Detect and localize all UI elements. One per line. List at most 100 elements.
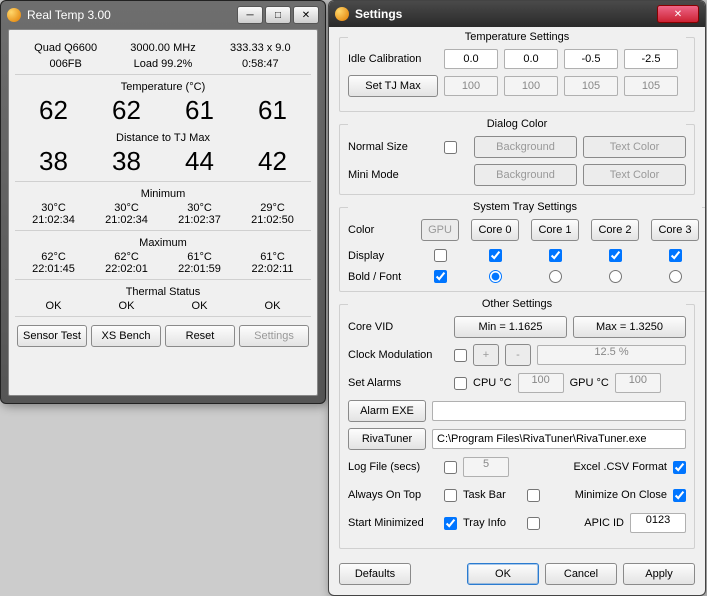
idle-cal-0[interactable]: 0.0: [444, 49, 498, 69]
corevid-min-button[interactable]: Min = 1.1625: [454, 316, 567, 338]
system-tray-legend: System Tray Settings: [348, 201, 702, 213]
bold-checkbox[interactable]: [434, 270, 447, 283]
mini-textcolor-button[interactable]: Text Color: [583, 164, 686, 186]
ok-button[interactable]: OK: [467, 563, 539, 585]
clockmod-plus-button[interactable]: +: [473, 344, 499, 366]
settings-window: Settings ✕ Temperature Settings Idle Cal…: [328, 0, 706, 596]
dist-core0: 38: [17, 146, 90, 177]
thermal3: OK: [236, 300, 309, 312]
dist-core3: 42: [236, 146, 309, 177]
bold-radio-1[interactable]: [549, 270, 562, 283]
dist-core1: 38: [90, 146, 163, 177]
sensor-test-button[interactable]: Sensor Test: [17, 325, 87, 347]
clockmod-checkbox[interactable]: [454, 349, 467, 362]
idle-cal-2[interactable]: -0.5: [564, 49, 618, 69]
idle-cal-1[interactable]: 0.0: [504, 49, 558, 69]
tray-core3-button[interactable]: Core 3: [651, 219, 698, 241]
setalarms-checkbox[interactable]: [454, 377, 467, 390]
max-ts0: 22:01:45: [17, 263, 90, 275]
display-core0-checkbox[interactable]: [489, 249, 502, 262]
tray-color-label: Color: [348, 224, 374, 236]
titlebar[interactable]: Real Temp 3.00 ─ □ ✕: [1, 1, 325, 29]
tray-gpu-button[interactable]: GPU: [421, 219, 459, 241]
settings-titlebar[interactable]: Settings ✕: [329, 1, 705, 27]
minimize-button[interactable]: ─: [237, 6, 263, 24]
apic-label: APIC ID: [584, 517, 624, 529]
maximize-button[interactable]: □: [265, 6, 291, 24]
idle-cal-3[interactable]: -2.5: [624, 49, 678, 69]
min-ts3: 21:02:50: [236, 214, 309, 226]
other-settings-legend: Other Settings: [348, 298, 686, 310]
normal-textcolor-button[interactable]: Text Color: [583, 136, 686, 158]
alarm-exe-path[interactable]: [432, 401, 686, 421]
logfile-value[interactable]: 5: [463, 457, 509, 477]
tray-core2-button[interactable]: Core 2: [591, 219, 638, 241]
tray-core1-button[interactable]: Core 1: [531, 219, 578, 241]
display-core1-checkbox[interactable]: [549, 249, 562, 262]
minclose-checkbox[interactable]: [673, 489, 686, 502]
logfile-checkbox[interactable]: [444, 461, 457, 474]
set-tjmax-button[interactable]: Set TJ Max: [348, 75, 438, 97]
tray-core0-button[interactable]: Core 0: [471, 219, 518, 241]
bold-radio-3[interactable]: [669, 270, 682, 283]
thermal-heading: Thermal Status: [17, 286, 309, 298]
dist-core2: 44: [163, 146, 236, 177]
rivatuner-path[interactable]: [432, 429, 686, 449]
startmin-label: Start Minimized: [348, 517, 438, 529]
csv-checkbox[interactable]: [673, 461, 686, 474]
tray-display-label: Display: [348, 250, 384, 262]
logfile-label: Log File (secs): [348, 461, 438, 473]
mini-mode-label: Mini Mode: [348, 169, 438, 181]
temperature-settings-legend: Temperature Settings: [348, 31, 686, 43]
min-t1: 30°C: [90, 202, 163, 214]
max-ts2: 22:01:59: [163, 263, 236, 275]
csv-label: Excel .CSV Format: [573, 461, 667, 473]
close-button[interactable]: ✕: [293, 6, 319, 24]
defaults-button[interactable]: Defaults: [339, 563, 411, 585]
clockmod-minus-button[interactable]: -: [505, 344, 531, 366]
bold-radio-0[interactable]: [489, 270, 502, 283]
normal-background-button[interactable]: Background: [474, 136, 577, 158]
cpu-load: Load 99.2%: [114, 58, 211, 70]
reset-button[interactable]: Reset: [165, 325, 235, 347]
thermal2: OK: [163, 300, 236, 312]
normal-size-label: Normal Size: [348, 141, 438, 153]
aot-checkbox[interactable]: [444, 489, 457, 502]
settings-close-button[interactable]: ✕: [657, 5, 699, 23]
corevid-label: Core VID: [348, 321, 448, 333]
thermal0: OK: [17, 300, 90, 312]
trayinfo-checkbox[interactable]: [527, 517, 540, 530]
clockmod-label: Clock Modulation: [348, 349, 448, 361]
max-ts1: 22:02:01: [90, 263, 163, 275]
normal-size-checkbox[interactable]: [444, 141, 457, 154]
aot-label: Always On Top: [348, 489, 438, 501]
display-core2-checkbox[interactable]: [609, 249, 622, 262]
alarm-exe-button[interactable]: Alarm EXE: [348, 400, 426, 422]
minclose-label: Minimize On Close: [575, 489, 667, 501]
taskbar-checkbox[interactable]: [527, 489, 540, 502]
rivatuner-button[interactable]: RivaTuner: [348, 428, 426, 450]
display-core3-checkbox[interactable]: [669, 249, 682, 262]
startmin-checkbox[interactable]: [444, 517, 457, 530]
temperature-heading: Temperature (°C): [17, 81, 309, 93]
corevid-max-button[interactable]: Max = 1.3250: [573, 316, 686, 338]
max-t0: 62°C: [17, 251, 90, 263]
bold-radio-2[interactable]: [609, 270, 622, 283]
cancel-button[interactable]: Cancel: [545, 563, 617, 585]
thermal1: OK: [90, 300, 163, 312]
dialog-color-group: Dialog Color Normal Size Background Text…: [339, 118, 695, 195]
fsb-mult: 333.33 x 9.0: [212, 42, 309, 54]
temp-core1: 62: [90, 95, 163, 126]
display-gpu-checkbox[interactable]: [434, 249, 447, 262]
alarm-gpu-value[interactable]: 100: [615, 373, 661, 393]
max-t1: 62°C: [90, 251, 163, 263]
tjmax-2: 105: [564, 76, 618, 96]
apply-button[interactable]: Apply: [623, 563, 695, 585]
mini-background-button[interactable]: Background: [474, 164, 577, 186]
alarm-cpu-value[interactable]: 100: [518, 373, 564, 393]
settings-button[interactable]: Settings: [239, 325, 309, 347]
distance-heading: Distance to TJ Max: [17, 132, 309, 144]
xs-bench-button[interactable]: XS Bench: [91, 325, 161, 347]
min-t0: 30°C: [17, 202, 90, 214]
window-title: Real Temp 3.00: [27, 8, 237, 22]
